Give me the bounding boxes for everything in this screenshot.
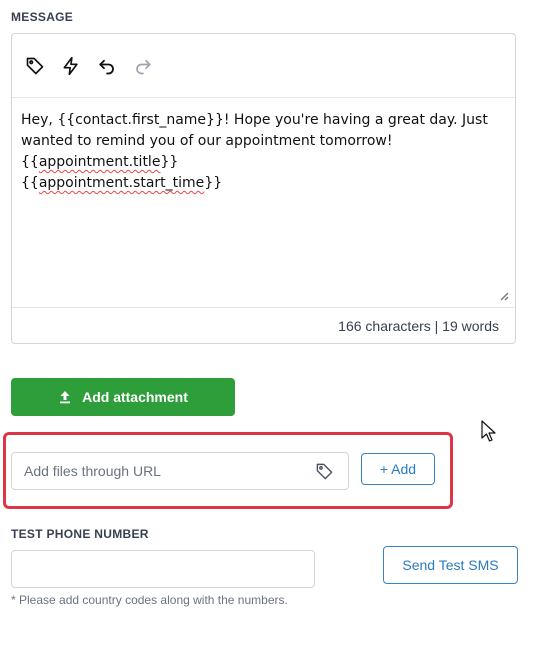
add-attachment-label: Add attachment <box>82 389 188 405</box>
upload-icon <box>60 391 71 404</box>
message-line-2: {{appointment.title}} <box>21 154 179 170</box>
tag-icon[interactable] <box>315 460 337 482</box>
message-editor: Hey, {{contact.first_name}}! Hope you're… <box>11 33 516 344</box>
message-textarea[interactable]: Hey, {{contact.first_name}}! Hope you're… <box>12 98 515 308</box>
redo-icon[interactable] <box>132 55 154 77</box>
url-field-wrapper <box>11 452 349 490</box>
url-input[interactable] <box>12 453 315 489</box>
tag-icon[interactable] <box>24 55 46 77</box>
spellcheck-underline: appointment.title <box>38 154 161 170</box>
mouse-cursor-icon <box>481 420 496 442</box>
message-label: MESSAGE <box>11 10 74 24</box>
phone-hint: * Please add country codes along with th… <box>11 593 288 607</box>
lightning-icon[interactable] <box>60 55 82 77</box>
resize-handle-icon[interactable] <box>497 289 509 301</box>
add-attachment-button[interactable]: Add attachment <box>11 378 235 416</box>
test-phone-label: TEST PHONE NUMBER <box>11 527 149 541</box>
add-url-button[interactable]: + Add <box>361 453 435 485</box>
test-phone-input[interactable] <box>11 550 315 588</box>
character-word-counter: 166 characters | 19 words <box>338 318 499 334</box>
message-line-3: {{appointment.start_time}} <box>21 175 223 191</box>
undo-icon[interactable] <box>96 55 118 77</box>
editor-toolbar <box>12 34 515 98</box>
send-test-sms-button[interactable]: Send Test SMS <box>383 546 518 584</box>
message-line-1: Hey, {{contact.first_name}}! Hope you're… <box>21 112 488 149</box>
spellcheck-underline: appointment.start_time <box>38 175 205 191</box>
